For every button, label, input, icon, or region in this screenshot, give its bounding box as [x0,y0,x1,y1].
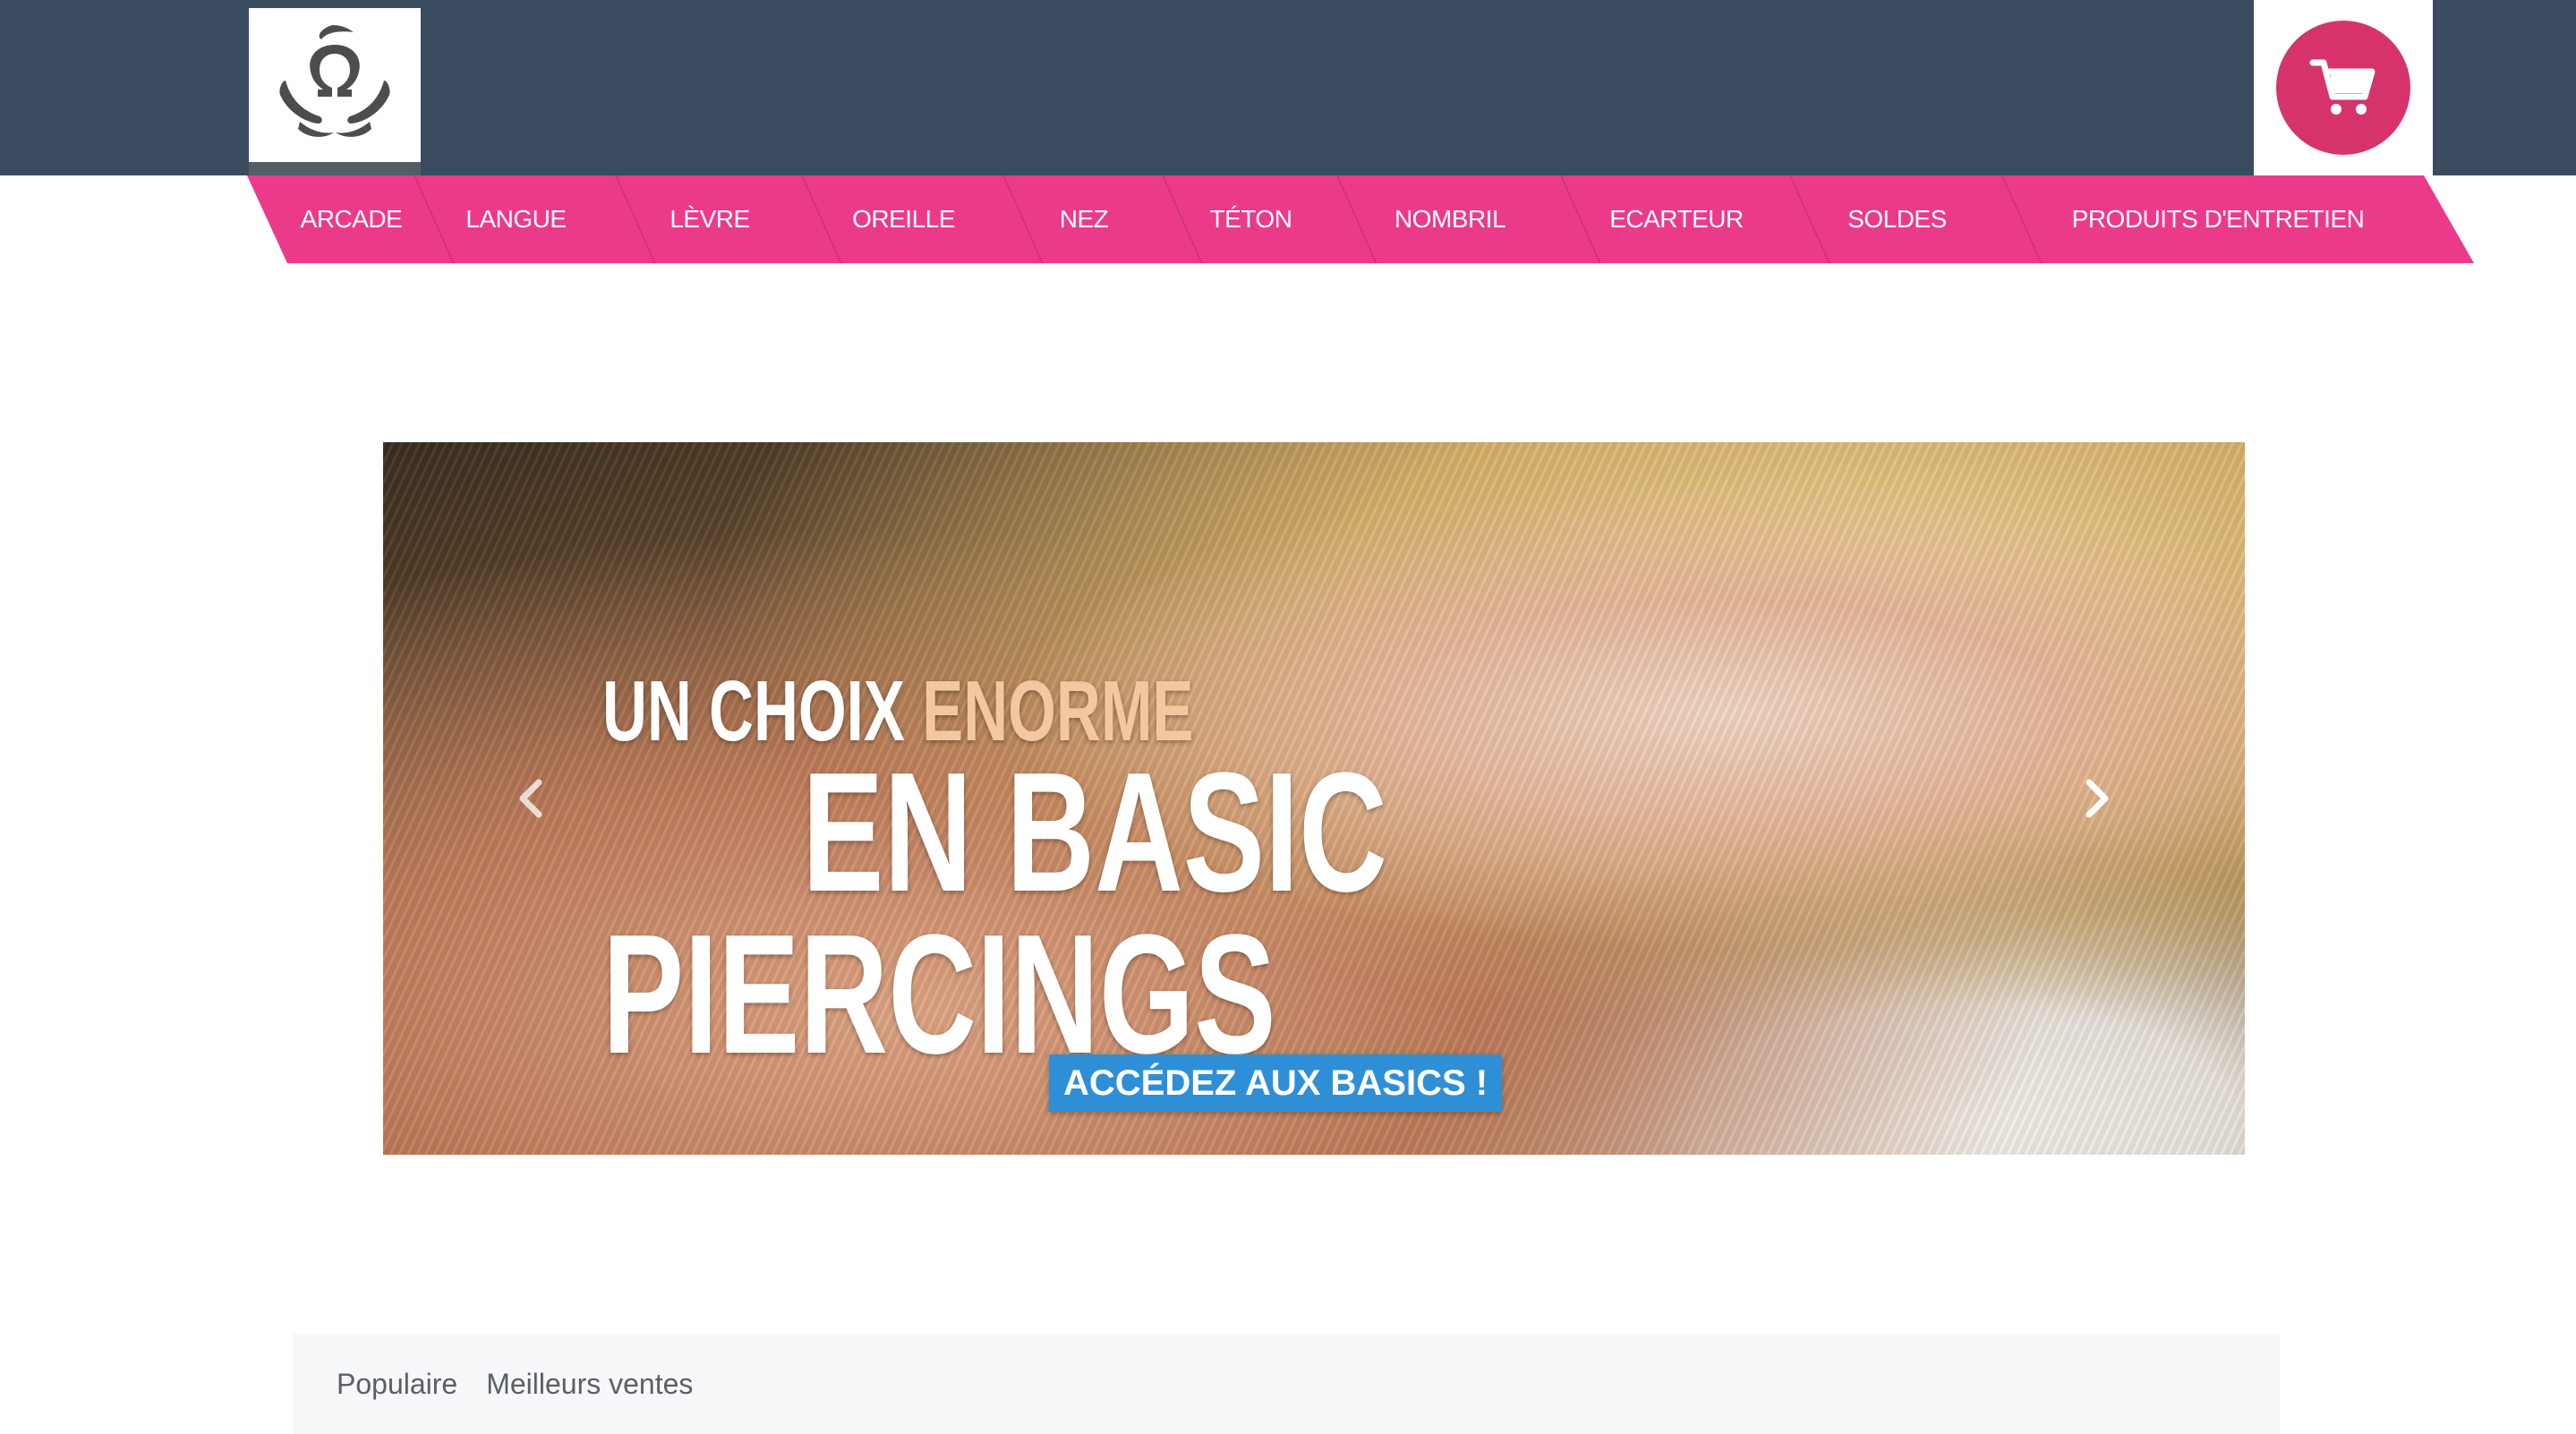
tab-meilleurs-ventes[interactable]: Meilleurs ventes [486,1368,693,1401]
nav-item-produits-dentretien[interactable]: PRODUITS D'ENTRETIEN [2003,175,2433,263]
hero-cta-button[interactable]: ACCÉDEZ AUX BASICS ! [1049,1054,1503,1112]
hero-carousel[interactable]: UN CHOIX ENORME EN BASIC PIERCINGS ACCÉD… [383,442,2245,1155]
shopping-cart-icon [2309,59,2376,115]
chevron-right-icon [2086,779,2109,818]
omega-hands-logo-icon [279,25,390,137]
nav-item-oreille[interactable]: OREILLE [803,175,1004,263]
nav-item-nez[interactable]: NEZ [1004,175,1164,263]
carousel-next-button[interactable] [2075,767,2120,830]
logo-underline [249,162,421,175]
nav-item-ecarteur[interactable]: ECARTEUR [1562,175,1791,263]
nav-item-levre[interactable]: LÈVRE [617,175,803,263]
product-tabs-bar: Populaire Meilleurs ventes [293,1334,2280,1434]
hero-line-3: PIERCINGS [602,899,1276,1089]
carousel-prev-button[interactable] [508,767,553,830]
tab-populaire[interactable]: Populaire [337,1368,457,1401]
site-logo[interactable] [249,8,421,162]
hero-line-2: EN BASIC [802,738,1387,928]
nav-item-langue[interactable]: LANGUE [415,175,617,263]
nav-item-teton[interactable]: TÉTON [1164,175,1338,263]
nav-item-soldes[interactable]: SOLDES [1791,175,2003,263]
category-nav: ARCADE LANGUE LÈVRE OREILLE NEZ TÉTON NO… [247,175,2474,263]
nav-item-nombril[interactable]: NOMBRIL [1338,175,1562,263]
nav-item-arcade[interactable]: ARCADE [247,175,415,263]
chevron-left-icon [519,779,542,818]
cart-button[interactable] [2276,21,2410,155]
cart-container [2254,0,2433,175]
hero-headline: UN CHOIX ENORME EN BASIC PIERCINGS [602,669,1387,1089]
